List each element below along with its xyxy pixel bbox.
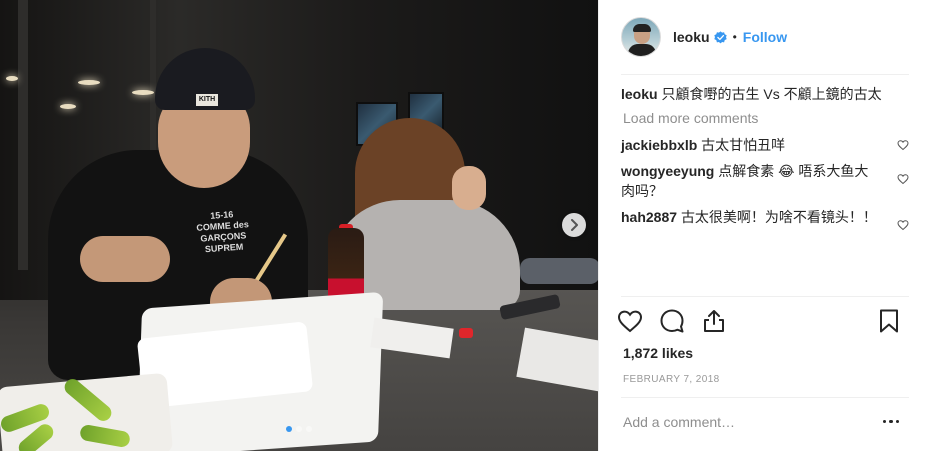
comment-item: jackiebbxlb 古太甘怕丑咩 (621, 135, 911, 155)
bookmark-save-icon[interactable] (876, 308, 902, 334)
verified-badge-icon (713, 30, 727, 44)
comment-username[interactable]: wongyeeyung (621, 163, 714, 179)
header-username[interactable]: leoku (673, 29, 710, 45)
dot (882, 419, 887, 424)
follow-button[interactable]: Follow (743, 29, 787, 45)
dot (895, 419, 900, 424)
caption-text: 只顧食嘢的古生 Vs 不顧上鏡的古太 (661, 86, 882, 102)
cap-logo: KITH (196, 94, 218, 106)
avatar[interactable] (621, 17, 661, 57)
comment-like-heart-icon[interactable] (897, 139, 909, 151)
carousel-dot (286, 426, 292, 432)
woman-hand (452, 166, 486, 210)
like-heart-icon[interactable] (617, 308, 643, 334)
instagram-post: KITH 15-16 COMME des GARÇONS SUPREM leok… (0, 0, 929, 451)
comment-item: hah2887 古太很美啊！为啥不看镜头！！ (621, 207, 911, 231)
likes-count[interactable]: 1,872 likes (623, 345, 693, 361)
add-comment-input[interactable] (621, 413, 879, 430)
more-options-icon[interactable] (879, 412, 903, 432)
man-arm (80, 236, 170, 282)
comments-list: leoku 只顧食嘢的古生 Vs 不顧上鏡的古太 Load more comme… (621, 84, 911, 231)
ceiling-light (132, 90, 154, 95)
shirt-print: 15-16 COMME des GARÇONS SUPREM (177, 207, 270, 257)
action-bar (617, 306, 912, 336)
share-upload-icon[interactable] (701, 308, 727, 334)
post-photo[interactable]: KITH 15-16 COMME des GARÇONS SUPREM (0, 0, 598, 451)
comment-username[interactable]: jackiebbxlb (621, 137, 697, 153)
comment-text: 古太很美啊！为啥不看镜头！！ (680, 209, 877, 225)
comment-text: 古太甘怕丑咩 (701, 137, 786, 153)
ceiling-light (78, 80, 100, 85)
add-comment-bar (621, 397, 909, 445)
comment-bubble-icon[interactable] (659, 308, 685, 334)
header-separator: • (732, 30, 737, 44)
post-sidebar: leoku • Follow leoku 只顧食嘢的古生 Vs 不顧上鏡的古太 … (598, 0, 929, 451)
carousel-dot (306, 426, 312, 432)
ceiling-light (60, 104, 76, 109)
red-cup (459, 328, 473, 338)
post-date[interactable]: February 7, 2018 (623, 374, 720, 385)
comment-username[interactable]: hah2887 (621, 209, 677, 225)
post-header: leoku • Follow (621, 0, 909, 75)
post-caption: leoku 只顧食嘢的古生 Vs 不顧上鏡的古太 (621, 84, 911, 104)
caption-username[interactable]: leoku (621, 86, 658, 102)
ceiling-light (6, 76, 18, 81)
dot (889, 419, 893, 424)
comment-like-heart-icon[interactable] (897, 173, 909, 185)
avatar-body (628, 44, 656, 56)
comment-item: wongyeeyung 点解食素 😂 唔系大鱼大肉吗？ (621, 161, 911, 201)
carousel-dots (286, 426, 312, 432)
ceiling-beam (18, 0, 28, 270)
carousel-dot (296, 426, 302, 432)
avatar-hair (633, 24, 651, 32)
comment-like-heart-icon[interactable] (897, 219, 909, 231)
divider (621, 296, 909, 297)
chevron-right-icon (571, 219, 578, 231)
bag (520, 258, 598, 284)
carousel-next-button[interactable] (562, 213, 586, 237)
load-more-comments-button[interactable]: Load more comments (621, 110, 911, 126)
